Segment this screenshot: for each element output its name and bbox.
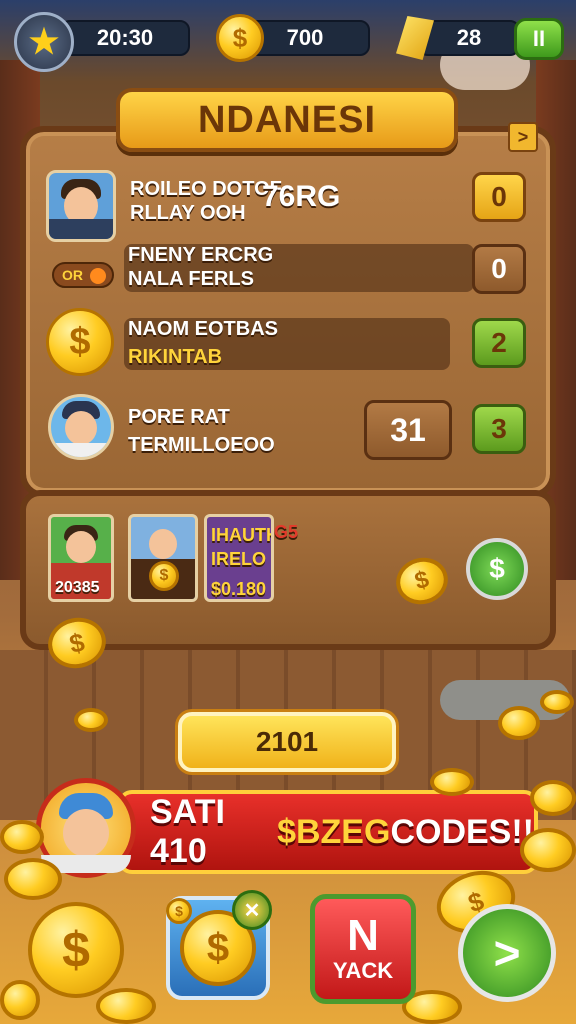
player-avatar [46,170,116,242]
pile-coin-icon [520,828,576,872]
green-coin-button[interactable]: $ [466,538,528,600]
reward-card-2[interactable]: $ [128,514,198,602]
row-2-line-1: FNENY ERCRG [128,244,274,266]
card-1-label: 20385 [55,579,100,596]
reward-card-1[interactable]: 20385 [48,514,114,602]
row-1-line-2: RLLAY OOH [130,202,246,224]
pile-coin-icon [4,858,62,900]
next-arrow-icon: > [493,927,521,979]
top-bar: 20:30 ★ 700 $ 28 II [0,0,576,76]
pile-coin-icon [0,820,44,854]
row-4-line-1: PORE RAT [128,406,230,428]
star-icon[interactable]: ★ [14,12,74,72]
next-button[interactable]: > [458,904,556,1002]
row-2-badge: OR [52,262,114,288]
level-value: 20:30 [96,25,154,50]
corner-arrow-icon[interactable]: > [508,122,538,152]
row-4-score[interactable]: 3 [472,404,526,454]
big-coin-icon: $ [28,902,124,998]
pile-coin-icon [96,988,156,1024]
floor-coin-icon [74,708,108,732]
row-4-value[interactable]: 31 [364,400,452,460]
row-3-coin-icon: $ [46,308,114,376]
banner-title: NDANESI [197,98,377,141]
hack-button-label: YACK [332,958,394,983]
shop-small-coin-icon: $ [166,898,192,924]
floor-coin-icon [540,690,574,714]
claim-button-label: 2101 [255,726,319,757]
row-1-line-1: ROILEO DOTOF [130,178,282,200]
card-3-suffix: G5 [274,522,299,542]
card-2-coin-icon: $ [149,561,179,591]
pile-coin-icon [0,980,40,1020]
promo-banner[interactable]: SATI 410 $BZEG CODES!! [118,790,538,874]
orange-dot-icon [90,268,106,284]
coin-icon: $ [216,14,264,62]
promo-text-part-1: SATI 410 [150,793,225,870]
row-1-big-value: 76RG [262,180,341,213]
hack-button[interactable]: N YACK [310,894,416,1004]
level-pill: 20:30 [60,20,190,56]
hack-button-top: N [347,911,379,960]
card-3-line-3: $0.180 [211,579,267,599]
coins-value: 700 [286,25,324,50]
row-4-line-2: TERMILLOEOO [128,434,275,456]
card-3-line-1: IHAUTH [211,525,274,545]
row-3-line-1: NAOM EOTBAS [128,318,278,340]
reward-card-3[interactable]: IHAUTH IRELO $0.180 [204,514,274,602]
pile-coin-icon [530,780,576,816]
title-banner: NDANESI [116,88,458,152]
gems-value: 28 [456,25,482,50]
pause-button[interactable]: II [514,18,564,60]
claim-button[interactable]: 2101 [178,712,396,772]
row-3-score[interactable]: 2 [472,318,526,368]
promo-text-part-3: CODES!! [390,812,534,851]
pause-icon: II [532,26,546,51]
row-3-line-2: RIKINTAB [128,346,223,368]
shop-badge-icon: ✕ [232,890,272,930]
pile-coin-icon [430,768,474,796]
row-2-line-2: NALA FERLS [128,268,254,290]
card-3-line-2: IRELO [211,549,267,569]
player-avatar-round [48,394,114,460]
row-2-score[interactable]: 0 [472,244,526,294]
gems-pill: 28 [418,20,520,56]
floor-coin-icon [498,706,540,740]
promo-text-part-2: $BZEG [277,812,391,851]
row-1-score[interactable]: 0 [472,172,526,222]
